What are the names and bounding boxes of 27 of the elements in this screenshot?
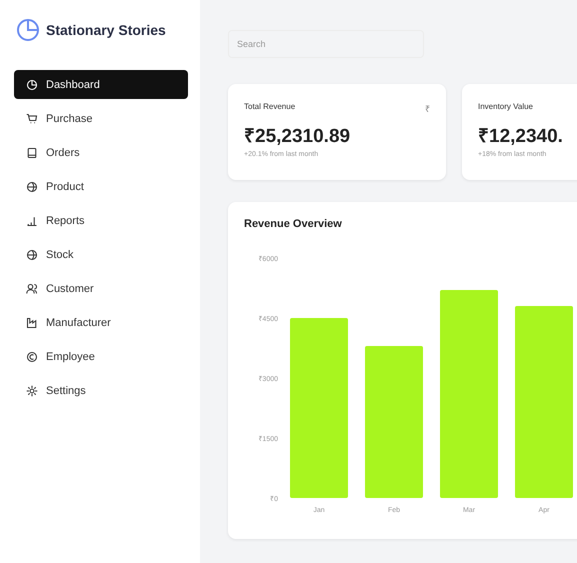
sidebar-item[interactable]: Manufacturer bbox=[14, 308, 188, 337]
sidebar-item[interactable]: Orders bbox=[14, 138, 188, 167]
stat-title: Total Revenue bbox=[244, 102, 296, 113]
sidebar-item[interactable]: Reports bbox=[14, 206, 188, 235]
cart-icon bbox=[26, 112, 38, 124]
currency-icon: ₹ bbox=[425, 102, 430, 116]
search-field[interactable]: Search bbox=[228, 30, 424, 58]
stat-value: ₹12,2340. bbox=[478, 125, 564, 148]
chart-title: Revenue Overview bbox=[244, 218, 343, 230]
factory-icon bbox=[26, 316, 38, 328]
sidebar-item[interactable]: Employee bbox=[14, 342, 188, 371]
brand-name: Stationary Stories bbox=[46, 22, 166, 38]
sidebar-item[interactable]: Dashboard bbox=[14, 70, 188, 99]
sidebar-item[interactable]: Settings bbox=[14, 376, 188, 405]
sidebar-item[interactable]: Customer bbox=[14, 274, 188, 303]
sidebar-item[interactable]: Product bbox=[14, 172, 188, 201]
globe-icon bbox=[26, 248, 38, 260]
sidebar-item[interactable]: Stock bbox=[14, 240, 188, 269]
tablet-icon bbox=[26, 146, 38, 158]
stat-value: ₹25,2310.89 bbox=[244, 125, 352, 148]
globe-icon bbox=[26, 180, 38, 192]
bars-icon bbox=[26, 214, 38, 226]
dashboard-icon bbox=[26, 78, 38, 90]
logo-icon bbox=[16, 18, 40, 42]
stat-title: Inventory Value bbox=[478, 102, 533, 113]
users-icon bbox=[26, 282, 38, 294]
sidebar-item[interactable]: Purchase bbox=[14, 104, 188, 133]
